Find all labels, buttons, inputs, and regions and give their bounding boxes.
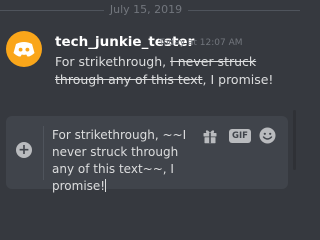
composer-divider [43,126,44,180]
message-text-end: , I promise! [202,72,274,87]
message-timestamp: Today at 12:07 AM [159,38,243,48]
message-input[interactable]: For strikethrough, ~~I never struck thro… [52,127,200,195]
divider-line-left [0,10,104,11]
divider-date: July 15, 2019 [109,3,183,16]
message-composer[interactable]: + For strikethrough, ~~I never struck th… [6,116,288,193]
message-text-plain: For strikethrough, [55,54,171,69]
chat-window: July 15, 2019 tech_junkie_tester Today a… [0,0,300,200]
user-avatar[interactable] [6,31,42,67]
gif-button[interactable]: GIF [229,129,251,143]
text-caret [105,179,107,192]
gift-icon[interactable] [202,128,218,144]
plus-circle-icon: + [18,142,30,158]
discord-logo-icon [13,41,35,57]
date-divider: July 15, 2019 [0,0,300,20]
message-text: For strikethrough, I never struck throug… [55,53,295,89]
message-input-text: For strikethrough, ~~I never struck thro… [52,128,187,193]
scrollbar[interactable] [293,110,296,170]
attach-button[interactable]: + [16,142,32,158]
smiley-face-icon[interactable] [259,127,276,144]
divider-line-right [188,10,300,11]
